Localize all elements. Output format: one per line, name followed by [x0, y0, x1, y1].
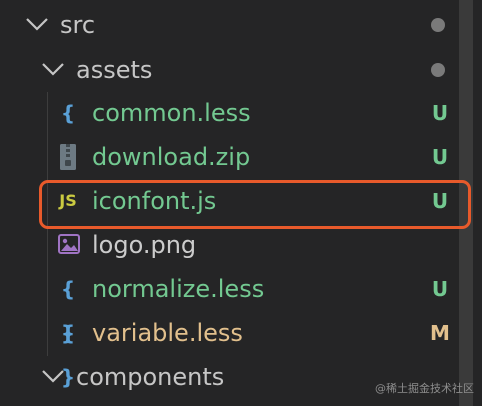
highlight-box [39, 180, 471, 229]
chevron-down-icon[interactable] [22, 9, 52, 39]
modified-dot-icon [431, 18, 445, 32]
folder-label-assets: assets [76, 56, 153, 84]
watermark: @稀土掘金技术社区 [375, 382, 474, 395]
braces-icon: { } [60, 101, 76, 169]
file-label: normalize.less [92, 275, 265, 303]
braces-icon: { } [60, 321, 76, 389]
file-label: download.zip [92, 143, 251, 171]
modified-dot-icon [431, 63, 445, 77]
file-label: common.less [92, 99, 251, 127]
image-icon [58, 234, 80, 254]
file-row-download-zip[interactable]: download.zip U [0, 135, 482, 179]
file-explorer-tree: src assets { } common.less U download.zi… [0, 0, 482, 406]
git-status-badge: U [431, 277, 449, 301]
chevron-down-icon[interactable] [38, 54, 68, 84]
git-status-badge: U [431, 101, 449, 125]
file-label: logo.png [92, 231, 197, 259]
zip-icon [60, 144, 76, 170]
file-label: variable.less [92, 319, 243, 347]
git-status-badge: U [431, 145, 449, 169]
git-status-badge: M [430, 321, 450, 345]
braces-icon: { } [60, 277, 76, 345]
file-row-variable-less[interactable]: { } variable.less M [0, 311, 482, 389]
folder-label-src: src [60, 11, 96, 39]
folder-label-components: components [76, 363, 225, 391]
folder-row-assets[interactable]: assets [0, 48, 482, 92]
folder-row-src[interactable]: src [0, 3, 482, 47]
file-row-logo-png[interactable]: logo.png [0, 223, 482, 267]
file-row-common-less[interactable]: { } common.less U [0, 91, 482, 169]
chevron-down-icon[interactable] [38, 361, 68, 391]
file-row-normalize-less[interactable]: { } normalize.less U [0, 267, 482, 345]
